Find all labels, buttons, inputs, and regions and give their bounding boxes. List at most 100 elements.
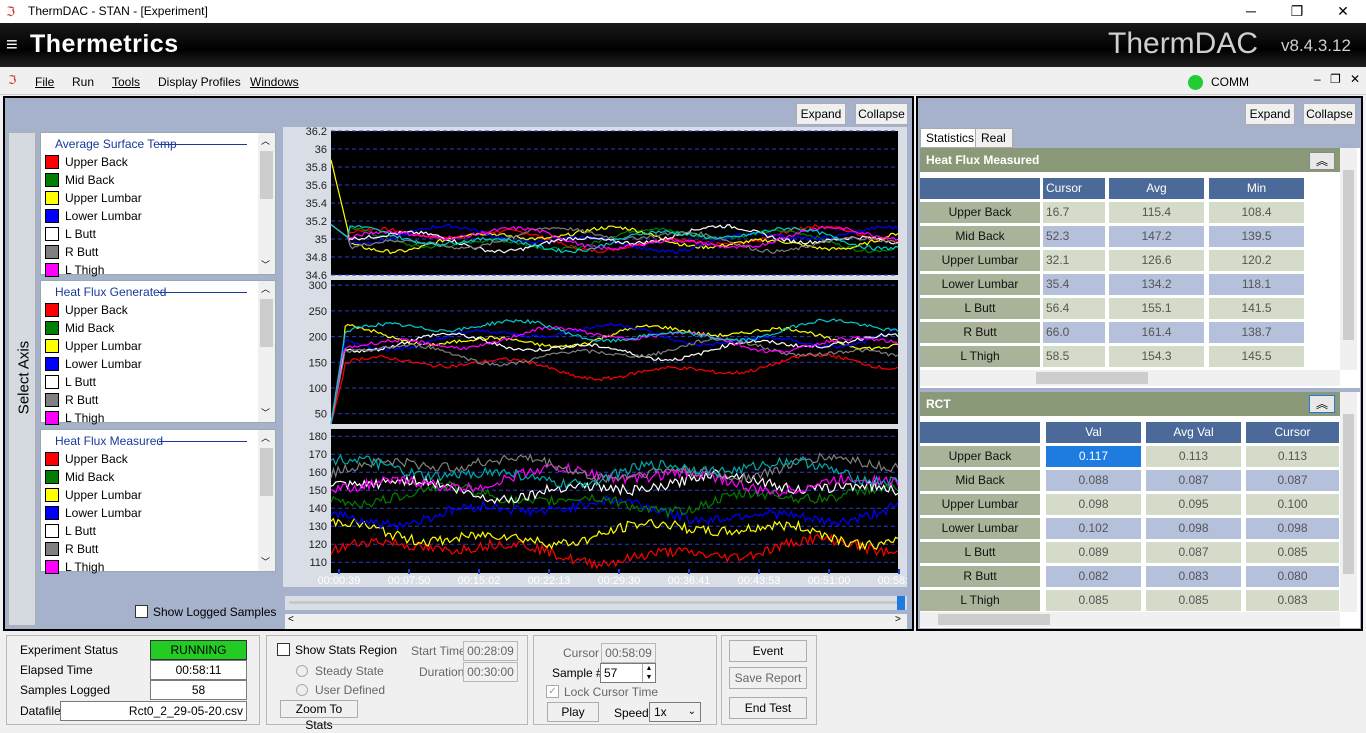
mdi-restore-button[interactable]: ❐ <box>1330 72 1341 86</box>
stats-cell[interactable]: 0.098 <box>1146 518 1241 539</box>
close-button[interactable]: ✕ <box>1320 0 1366 23</box>
legend-item[interactable]: L Butt <box>45 373 245 391</box>
stats-cell[interactable]: 120.2 <box>1209 250 1304 271</box>
chart-h-scrollbar[interactable]: < > <box>285 614 907 629</box>
stats-cell[interactable]: 118.1 <box>1209 274 1304 295</box>
stats-col-header[interactable]: Avg <box>1109 178 1204 199</box>
stats-cell[interactable]: 0.088 <box>1046 470 1141 491</box>
stats-cell[interactable]: 0.085 <box>1246 542 1339 563</box>
legend-item[interactable]: Lower Lumbar <box>45 355 245 373</box>
stats-cell[interactable]: 56.4 <box>1043 298 1105 319</box>
stats-cell[interactable]: 0.087 <box>1146 470 1241 491</box>
legend-item[interactable]: R Butt <box>45 540 245 558</box>
menu-windows[interactable]: Windows <box>250 75 299 89</box>
stats-cell[interactable]: 155.1 <box>1109 298 1204 319</box>
stats-cell[interactable]: 0.087 <box>1146 542 1241 563</box>
stats-cell[interactable]: 66.0 <box>1043 322 1105 343</box>
minimize-button[interactable]: ─ <box>1228 0 1274 23</box>
legend-item[interactable]: Upper Lumbar <box>45 189 245 207</box>
chevron-up-icon[interactable]: ︿ <box>261 134 270 147</box>
chevron-down-icon[interactable]: ﹀ <box>261 555 270 568</box>
menu-file[interactable]: File <box>35 75 54 89</box>
show-stats-checkbox[interactable] <box>277 643 290 656</box>
mdi-minimize-button[interactable]: – <box>1314 72 1321 86</box>
left-expand-button[interactable]: Expand <box>796 103 846 125</box>
menu-tools[interactable]: Tools <box>112 75 140 89</box>
legend-item[interactable]: Lower Lumbar <box>45 504 245 522</box>
stats-cell[interactable]: 52.3 <box>1043 226 1105 247</box>
stats-cell[interactable]: 58.5 <box>1043 346 1105 367</box>
chevron-up-icon[interactable]: ︿ <box>261 282 270 295</box>
stats-col-header[interactable]: Cursor <box>1246 422 1339 443</box>
stats-cell[interactable]: 161.4 <box>1109 322 1204 343</box>
legend-avg-surface-temp[interactable]: Average Surface Temp ︿ ﹀ Upper Back Mid … <box>40 132 276 277</box>
stats-cell[interactable]: 0.085 <box>1046 590 1141 611</box>
datafile-value[interactable]: Rct0_2_29-05-20.csv <box>60 701 247 721</box>
time-scrollbar[interactable] <box>285 596 907 610</box>
stats-cell[interactable]: 0.102 <box>1046 518 1141 539</box>
stats-col-header[interactable]: Cursor <box>1043 178 1105 199</box>
scroll-left-icon[interactable]: < <box>288 614 294 625</box>
chevron-down-icon[interactable]: ﹀ <box>261 406 270 419</box>
hfm-h-thumb[interactable] <box>1036 372 1148 384</box>
legend-item[interactable]: Mid Back <box>45 171 245 189</box>
legend-item[interactable]: Upper Back <box>45 450 245 468</box>
speed-select[interactable]: 1x ⌄ <box>649 702 701 722</box>
legend-item[interactable]: Mid Back <box>45 468 245 486</box>
legend-heat-flux-measured[interactable]: Heat Flux Measured ︿ ﹀ Upper Back Mid Ba… <box>40 429 276 574</box>
stats-cell[interactable]: 126.6 <box>1109 250 1204 271</box>
legend-item[interactable]: Upper Lumbar <box>45 486 245 504</box>
stats-cell[interactable]: 0.083 <box>1246 590 1339 611</box>
save-report-button[interactable]: Save Report <box>729 667 807 689</box>
stats-cell[interactable]: 138.7 <box>1209 322 1304 343</box>
show-logged-checkbox[interactable] <box>135 605 148 618</box>
legend-heat-flux-generated[interactable]: Heat Flux Generated ︿ ﹀ Upper Back Mid B… <box>40 280 276 425</box>
sample-stepper[interactable]: ▲ ▼ <box>642 664 655 682</box>
stats-col-header[interactable]: Avg Val <box>1146 422 1241 443</box>
legend-item[interactable]: L Butt <box>45 522 245 540</box>
legend-scrollbar[interactable]: ︿ ﹀ <box>258 133 275 274</box>
stats-cell[interactable]: 0.113 <box>1246 446 1339 467</box>
scroll-right-icon[interactable]: > <box>895 614 901 625</box>
menu-display-profiles[interactable]: Display Profiles <box>158 75 241 89</box>
tab-statistics[interactable]: Statistics <box>920 128 981 148</box>
legend-item[interactable]: R Butt <box>45 391 245 409</box>
end-test-button[interactable]: End Test <box>729 697 807 719</box>
stats-cell[interactable]: 115.4 <box>1109 202 1204 223</box>
user-defined-radio[interactable] <box>296 684 308 696</box>
stats-cell[interactable]: 35.4 <box>1043 274 1105 295</box>
hfm-h-scrollbar[interactable] <box>920 370 1340 386</box>
left-collapse-button[interactable]: Collapse <box>855 103 908 125</box>
stats-cell[interactable]: 0.095 <box>1146 494 1241 515</box>
stats-cell[interactable]: 0.098 <box>1046 494 1141 515</box>
stats-cell[interactable]: 0.087 <box>1246 470 1339 491</box>
time-thumb[interactable] <box>897 596 905 610</box>
stats-cell[interactable]: 0.098 <box>1246 518 1339 539</box>
stats-cell[interactable]: 0.082 <box>1046 566 1141 587</box>
legend-item[interactable]: Upper Lumbar <box>45 337 245 355</box>
right-collapse-button[interactable]: Collapse <box>1303 103 1356 125</box>
lock-cursor-checkbox[interactable]: ✓ <box>546 685 559 698</box>
stats-col-header[interactable]: Min <box>1209 178 1304 199</box>
hfm-v-thumb[interactable] <box>1343 170 1354 340</box>
menu-run[interactable]: Run <box>72 75 94 89</box>
chevron-down-icon[interactable]: ﹀ <box>261 258 270 271</box>
legend-item[interactable]: Lower Lumbar <box>45 207 245 225</box>
steady-state-radio[interactable] <box>296 665 308 677</box>
stats-cell[interactable]: 0.080 <box>1246 566 1339 587</box>
stats-cell[interactable]: 0.100 <box>1246 494 1339 515</box>
play-button[interactable]: Play <box>547 702 599 722</box>
stats-cell[interactable]: 0.113 <box>1146 446 1241 467</box>
rct-h-scrollbar[interactable] <box>920 612 1340 627</box>
stats-cell[interactable]: 134.2 <box>1109 274 1204 295</box>
stats-col-header[interactable]: Val <box>1046 422 1141 443</box>
legend-scroll-thumb[interactable] <box>260 299 273 347</box>
legend-scroll-thumb[interactable] <box>260 448 273 496</box>
legend-item[interactable]: Upper Back <box>45 301 245 319</box>
legend-item[interactable]: L Butt <box>45 225 245 243</box>
stats-cell[interactable]: 0.083 <box>1146 566 1241 587</box>
right-expand-button[interactable]: Expand <box>1245 103 1295 125</box>
hfm-v-scrollbar[interactable] <box>1340 148 1357 370</box>
stats-cell[interactable]: 141.5 <box>1209 298 1304 319</box>
legend-item[interactable]: L Thigh <box>45 409 245 427</box>
